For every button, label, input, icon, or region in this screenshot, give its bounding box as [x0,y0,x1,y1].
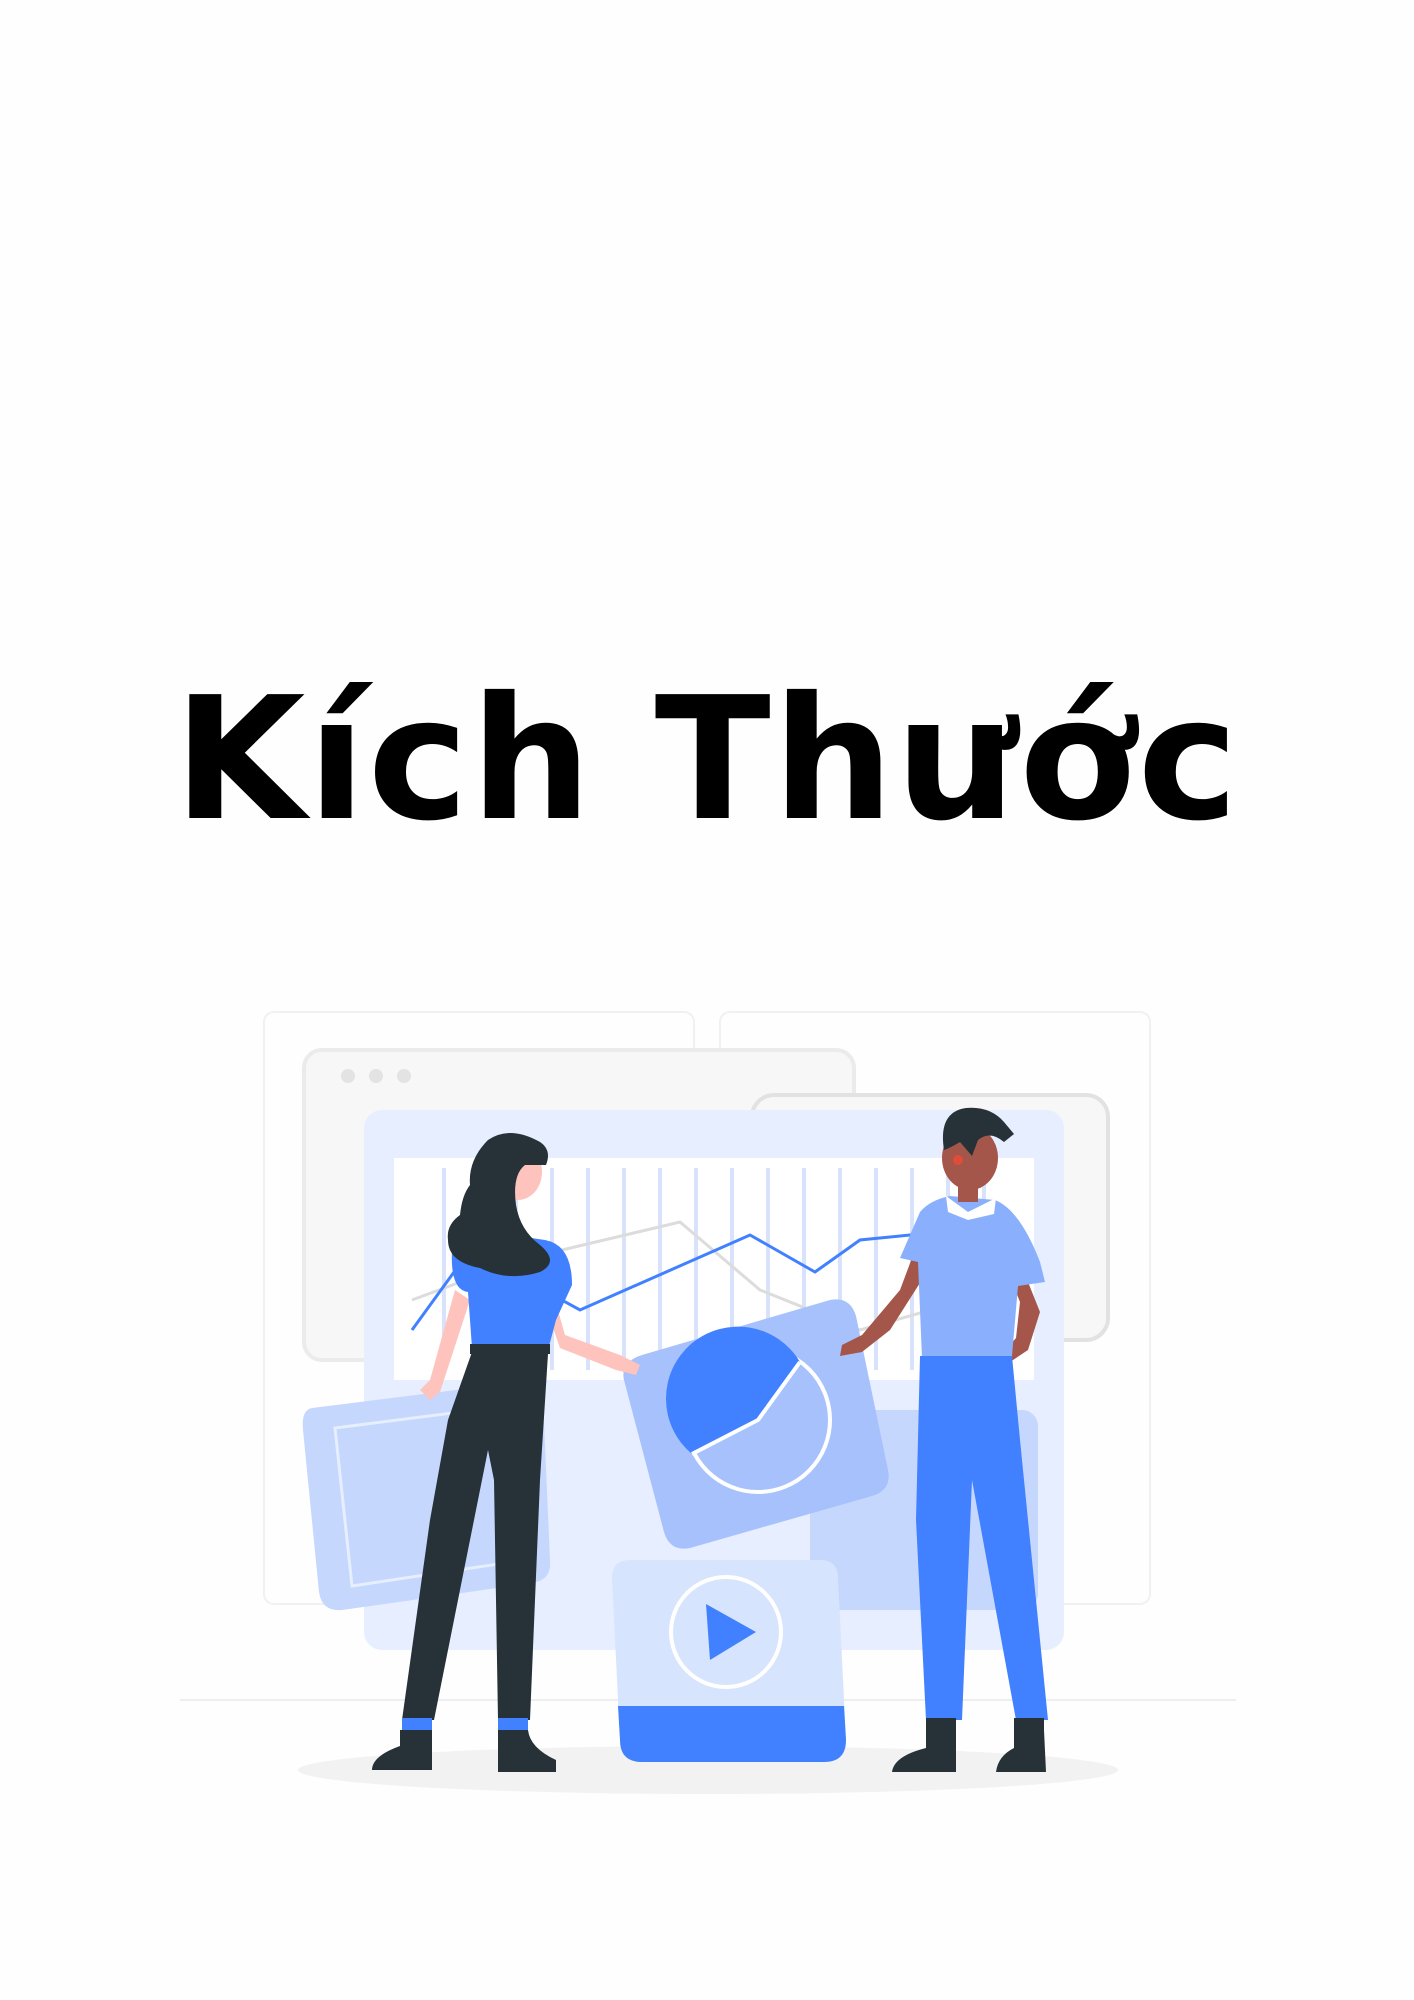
page: Kích Thước [0,0,1414,2000]
people-with-charts-illustration [180,1011,1236,1794]
video-card [612,1560,846,1762]
